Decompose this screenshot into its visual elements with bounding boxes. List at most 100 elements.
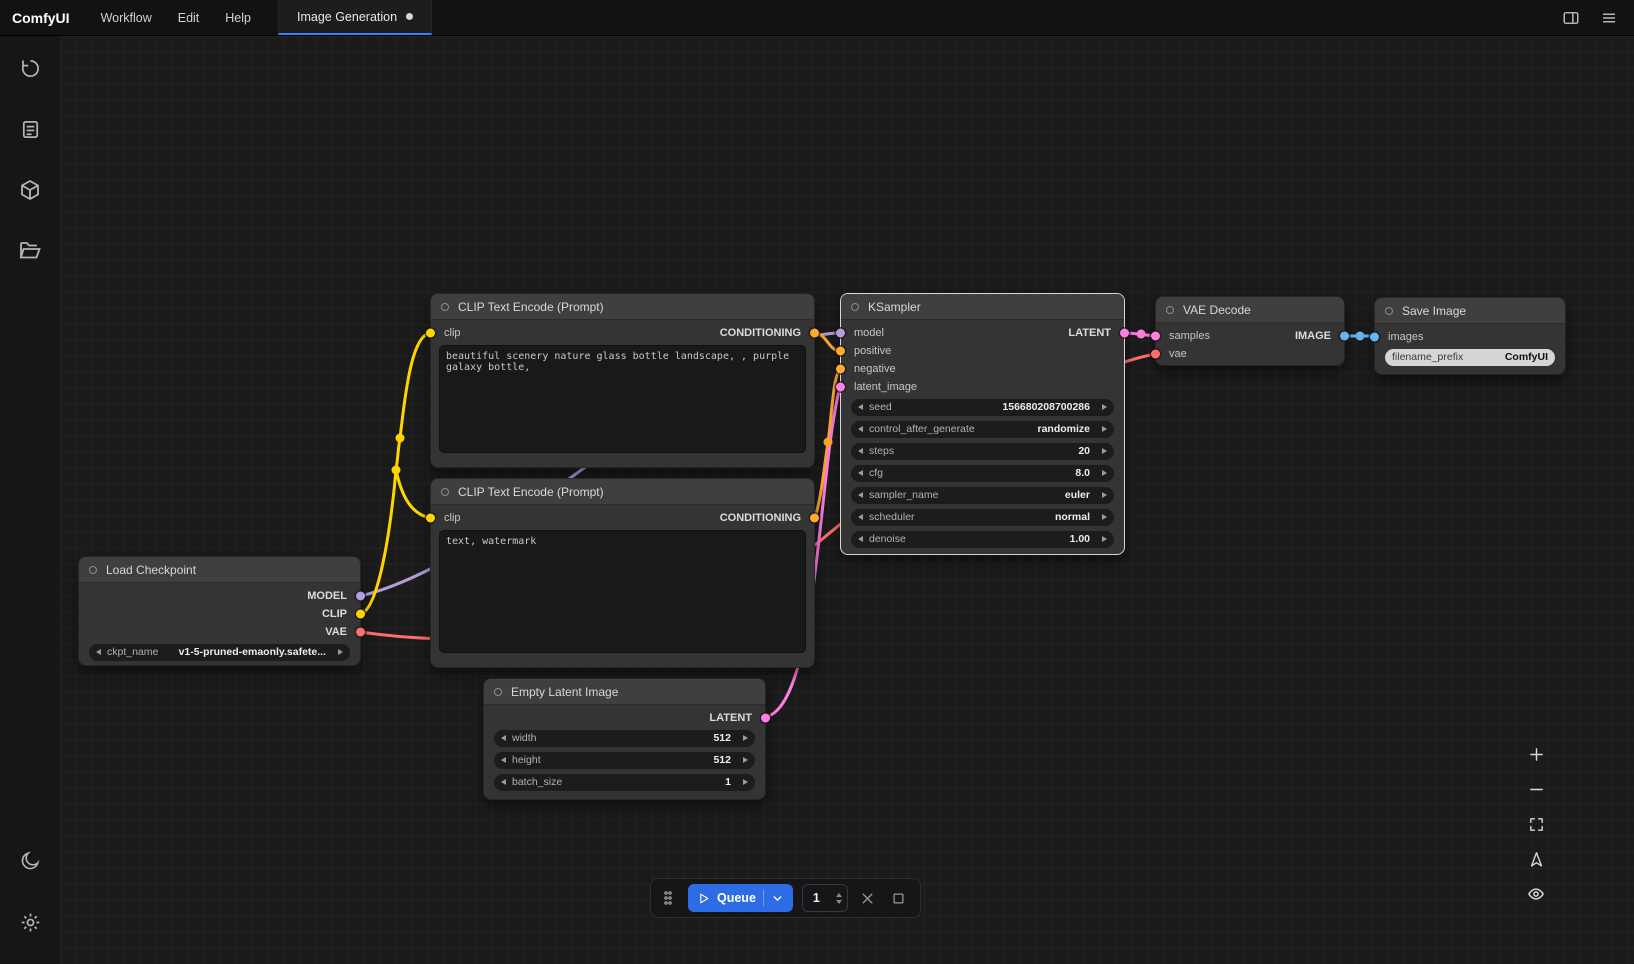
increment-icon[interactable] [1102, 492, 1107, 498]
increment-icon[interactable] [1102, 426, 1107, 432]
increment-icon[interactable] [743, 735, 748, 741]
node-clip-text-encode-negative[interactable]: CLIP Text Encode (Prompt) clip CONDITION… [430, 478, 815, 668]
widget-seed[interactable]: seed 156680208700286 [851, 399, 1114, 416]
reroute-dot-latent[interactable] [1137, 330, 1146, 339]
widget-steps[interactable]: steps 20 [851, 443, 1114, 460]
queue-button[interactable]: Queue [688, 884, 793, 912]
node-graph-canvas[interactable]: Load Checkpoint MODEL CLIP VAE ckpt_name… [60, 36, 1634, 964]
settings-gear-icon[interactable] [10, 902, 50, 942]
input-port-latent-image[interactable] [836, 383, 845, 392]
collapse-dot-icon[interactable] [1166, 306, 1174, 314]
model-library-icon[interactable] [10, 170, 50, 210]
widget-batch-size[interactable]: batch_size 1 [494, 774, 755, 791]
queue-icon[interactable] [10, 109, 50, 149]
increment-icon[interactable] [1102, 514, 1107, 520]
decrement-icon[interactable] [858, 492, 863, 498]
widget-cfg[interactable]: cfg 8.0 [851, 465, 1114, 482]
increment-icon[interactable] [1102, 470, 1107, 476]
decrement-icon[interactable] [858, 426, 863, 432]
batch-count-input[interactable]: 1 [802, 884, 848, 912]
decrement-icon[interactable] [858, 404, 863, 410]
zoom-out-icon[interactable] [1522, 775, 1550, 803]
node-ksampler[interactable]: KSampler model LATENT positive negative … [840, 293, 1125, 555]
widget-width[interactable]: width 512 [494, 730, 755, 747]
decrement-icon[interactable] [501, 779, 506, 785]
workflow-history-icon[interactable] [10, 48, 50, 88]
fit-view-icon[interactable] [1522, 810, 1550, 838]
node-header[interactable]: Load Checkpoint [79, 557, 360, 583]
collapse-dot-icon[interactable] [441, 488, 449, 496]
collapse-dot-icon[interactable] [494, 688, 502, 696]
node-header[interactable]: KSampler [841, 294, 1124, 320]
increment-icon[interactable] [743, 779, 748, 785]
input-port-positive[interactable] [836, 347, 845, 356]
decrement-icon[interactable] [858, 470, 863, 476]
node-save-image[interactable]: Save Image images filename_prefix ComfyU… [1374, 297, 1566, 375]
eye-icon[interactable] [1522, 880, 1550, 908]
reroute-dot-clip-2[interactable] [396, 434, 405, 443]
node-load-checkpoint[interactable]: Load Checkpoint MODEL CLIP VAE ckpt_name… [78, 556, 361, 666]
reroute-dot-clip-1[interactable] [392, 466, 401, 475]
collapse-dot-icon[interactable] [1385, 307, 1393, 315]
node-header[interactable]: CLIP Text Encode (Prompt) [431, 479, 814, 505]
output-port-conditioning[interactable] [810, 514, 819, 523]
widget-ckpt-name[interactable]: ckpt_name v1-5-pruned-emaonly.safete... [89, 644, 350, 661]
zoom-in-icon[interactable] [1522, 740, 1550, 768]
node-header[interactable]: Empty Latent Image [484, 679, 765, 705]
node-header[interactable]: CLIP Text Encode (Prompt) [431, 294, 814, 320]
widget-denoise[interactable]: denoise 1.00 [851, 531, 1114, 548]
input-port-model[interactable] [836, 329, 845, 338]
menu-edit[interactable]: Edit [165, 0, 213, 35]
widget-sampler-name[interactable]: sampler_name euler [851, 487, 1114, 504]
node-empty-latent-image[interactable]: Empty Latent Image LATENT width 512 heig… [483, 678, 766, 800]
widget-control-after-generate[interactable]: control_after_generate randomize [851, 421, 1114, 438]
cancel-icon[interactable] [857, 887, 879, 909]
increment-icon[interactable] [743, 757, 748, 763]
input-port-clip[interactable] [426, 514, 435, 523]
decrement-icon[interactable] [858, 514, 863, 520]
output-port-conditioning[interactable] [810, 329, 819, 338]
pointer-icon[interactable] [1522, 845, 1550, 873]
decrement-icon[interactable] [858, 536, 863, 542]
prompt-text-input[interactable]: text, watermark [439, 530, 806, 653]
decrement-icon[interactable] [501, 757, 506, 763]
increment-icon[interactable] [1102, 404, 1107, 410]
prompt-text-input[interactable]: beautiful scenery nature glass bottle la… [439, 345, 806, 453]
stop-icon[interactable] [888, 887, 910, 909]
output-port-clip[interactable] [356, 610, 365, 619]
menu-workflow[interactable]: Workflow [88, 0, 165, 35]
decrement-icon[interactable] [836, 900, 842, 904]
workflows-folder-icon[interactable] [10, 231, 50, 271]
node-vae-decode[interactable]: VAE Decode samples IMAGE vae [1155, 296, 1345, 366]
increment-icon[interactable] [1102, 448, 1107, 454]
node-header[interactable]: Save Image [1375, 298, 1565, 324]
output-port-latent[interactable] [761, 714, 770, 723]
input-port-vae[interactable] [1151, 350, 1160, 359]
output-port-model[interactable] [356, 592, 365, 601]
input-port-samples[interactable] [1151, 332, 1160, 341]
wire-clip-negative[interactable] [396, 470, 430, 518]
menu-help[interactable]: Help [212, 0, 264, 35]
panel-toggle-icon[interactable] [1554, 4, 1588, 32]
reroute-dot-conditioning[interactable] [824, 438, 833, 447]
increment-icon[interactable] [1102, 536, 1107, 542]
output-port-latent[interactable] [1120, 329, 1129, 338]
increment-icon[interactable] [836, 893, 842, 897]
collapse-dot-icon[interactable] [89, 566, 97, 574]
reroute-dot-image[interactable] [1356, 332, 1365, 341]
input-port-clip[interactable] [426, 329, 435, 338]
decrement-icon[interactable] [501, 735, 506, 741]
increment-icon[interactable] [338, 649, 343, 655]
drag-handle-icon[interactable] [657, 887, 679, 909]
collapse-dot-icon[interactable] [851, 303, 859, 311]
widget-height[interactable]: height 512 [494, 752, 755, 769]
collapse-dot-icon[interactable] [441, 303, 449, 311]
decrement-icon[interactable] [858, 448, 863, 454]
tab-image-generation[interactable]: Image Generation [278, 0, 432, 35]
chevron-down-icon[interactable] [771, 892, 784, 905]
output-port-image[interactable] [1340, 332, 1349, 341]
node-clip-text-encode-positive[interactable]: CLIP Text Encode (Prompt) clip CONDITION… [430, 293, 815, 468]
decrement-icon[interactable] [96, 649, 101, 655]
widget-filename-prefix[interactable]: filename_prefix ComfyUI [1385, 349, 1555, 366]
output-port-vae[interactable] [356, 628, 365, 637]
